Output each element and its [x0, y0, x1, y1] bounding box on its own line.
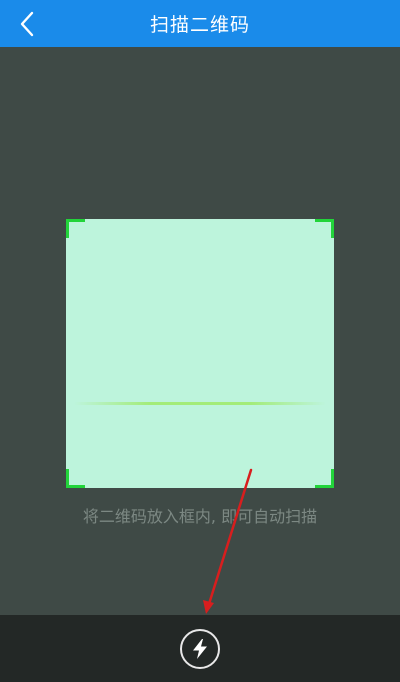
lightning-bolt-icon: [193, 639, 207, 659]
page-title: 扫描二维码: [149, 14, 250, 36]
top-bar: 扫描二维码: [0, 0, 400, 47]
scan-frame-corner-top-left: [66, 219, 85, 238]
scan-frame-corner-bottom-right: [315, 469, 334, 488]
flashlight-button[interactable]: [180, 629, 220, 669]
scan-line: [74, 402, 326, 405]
scan-hint-text: 将二维码放入框内, 即可自动扫描: [82, 507, 318, 526]
back-button[interactable]: [8, 4, 48, 44]
scan-frame-corner-top-right: [315, 219, 334, 238]
scan-frame-corner-bottom-left: [66, 469, 85, 488]
scanner-screen: 扫描二维码 将二维码放入框内, 即可自动扫描: [0, 0, 400, 682]
chevron-left-icon: [20, 11, 34, 37]
bottom-bar: [0, 615, 400, 682]
scan-frame: [66, 219, 334, 488]
